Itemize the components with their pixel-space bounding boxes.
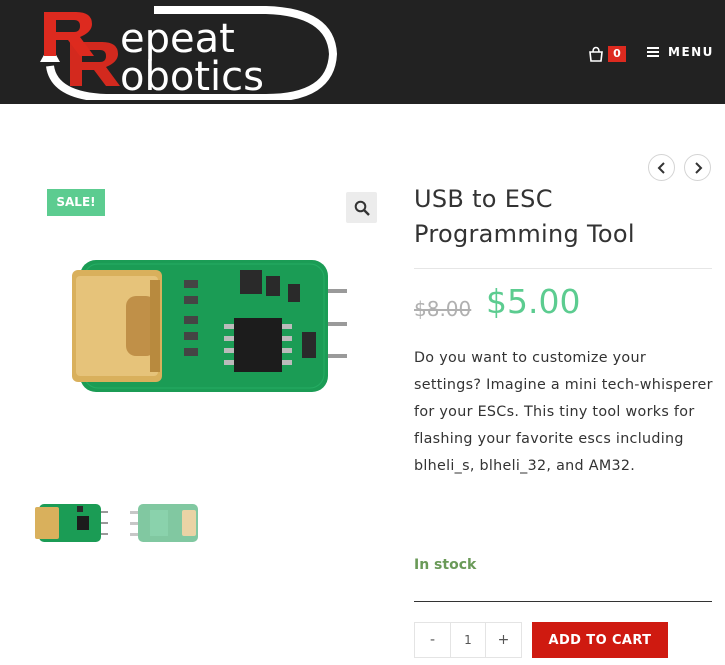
- chevron-left-icon: [657, 161, 665, 174]
- next-product-button[interactable]: [684, 154, 711, 181]
- sale-price: $5.00: [486, 282, 581, 321]
- product-main-image[interactable]: [66, 256, 356, 396]
- quantity-input[interactable]: 1: [450, 623, 486, 657]
- product-title: USB to ESC Programming Tool: [414, 185, 635, 248]
- thumbnail-back[interactable]: [126, 498, 202, 548]
- cart-count-badge: 0: [608, 46, 626, 62]
- add-to-cart-button[interactable]: ADD TO CART: [532, 622, 668, 658]
- divider: [414, 601, 712, 602]
- shopping-bag-icon: [589, 46, 603, 62]
- previous-product-button[interactable]: [648, 154, 675, 181]
- increase-quantity-button[interactable]: +: [486, 623, 521, 657]
- product-description: Do you want to customize your settings? …: [414, 350, 713, 474]
- decrease-quantity-button[interactable]: -: [415, 623, 450, 657]
- hamburger-icon: [647, 47, 659, 57]
- cart-button[interactable]: 0: [588, 44, 626, 64]
- sale-badge: SALE!: [47, 189, 105, 216]
- stock-status: In stock: [414, 557, 477, 573]
- menu-label: MENU: [668, 45, 714, 59]
- thumbnail-front[interactable]: [33, 498, 109, 548]
- magnifier-icon: [354, 200, 370, 216]
- site-logo[interactable]: epeat obotics: [36, 4, 338, 100]
- original-price: $8.00: [414, 297, 472, 321]
- quantity-stepper: - 1 +: [414, 622, 522, 658]
- site-header: epeat obotics 0 MENU: [0, 0, 725, 104]
- divider: [414, 268, 712, 269]
- zoom-button[interactable]: [346, 192, 377, 223]
- chevron-right-icon: [694, 161, 702, 174]
- logo-wordmark-bottom: obotics: [120, 54, 264, 100]
- menu-button[interactable]: MENU: [647, 45, 714, 59]
